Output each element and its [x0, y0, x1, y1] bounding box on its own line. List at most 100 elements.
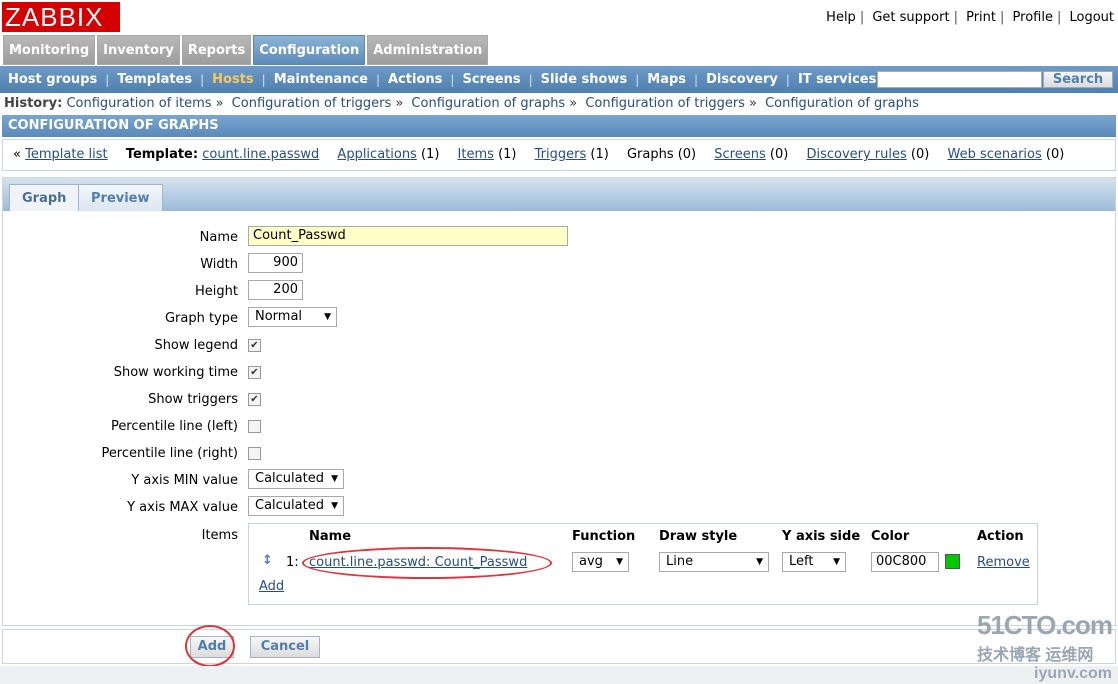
submenu-maintenance[interactable]: Maintenance [274, 72, 368, 87]
ymin-value: Calculated [255, 471, 324, 486]
color-swatch[interactable] [945, 554, 960, 569]
highlight-ring [185, 625, 235, 667]
col-draw-style: Draw style [659, 529, 738, 544]
web-scenarios-link[interactable]: Web scenarios [947, 147, 1041, 162]
zabbix-logo: ZABBIX [2, 2, 120, 32]
watermark-line3: iyunv.com [1034, 665, 1112, 682]
menu-administration[interactable]: Administration [367, 35, 489, 65]
show-working-time-checkbox[interactable]: ✔ [248, 366, 261, 379]
name-field[interactable]: Count_Passwd [248, 226, 568, 246]
screens-count: (0) [769, 147, 789, 162]
menu-reports[interactable]: Reports [181, 35, 252, 65]
ymin-select[interactable]: Calculated ▼ [248, 469, 344, 489]
height-field[interactable]: 200 [248, 280, 303, 300]
submenu-discovery[interactable]: Discovery [706, 72, 778, 87]
history-link[interactable]: Configuration of triggers [232, 96, 392, 111]
watermark-line2: 技术博客 运维网 [976, 647, 1094, 664]
discovery-rules-link[interactable]: Discovery rules [806, 147, 906, 162]
width-field[interactable]: 900 [248, 253, 303, 273]
submenu-templates[interactable]: Templates [117, 72, 192, 87]
col-name: Name [309, 529, 352, 544]
search-input[interactable] [877, 71, 1042, 88]
history-link[interactable]: Configuration of graphs [411, 96, 565, 111]
section-title: CONFIGURATION OF GRAPHS [2, 115, 1116, 137]
add-item-link[interactable]: Add [259, 579, 284, 594]
ymax-select[interactable]: Calculated ▼ [248, 496, 344, 516]
items-label: Items [201, 528, 238, 543]
width-label: Width [200, 257, 238, 272]
triggers-link[interactable]: Triggers [535, 147, 587, 162]
template-label: Template: [125, 147, 199, 162]
submenu-it-services[interactable]: IT services [798, 72, 876, 87]
chevron-down-icon: ▼ [833, 557, 840, 567]
object-navigation: « Template list Template: count.line.pas… [2, 139, 1116, 171]
items-link[interactable]: Items [458, 147, 494, 162]
ymax-label: Y axis MAX value [127, 500, 238, 515]
show-triggers-checkbox[interactable]: ✔ [248, 393, 261, 406]
submenu-actions[interactable]: Actions [388, 72, 442, 87]
drag-handle-icon[interactable]: ↕ [262, 553, 273, 568]
item-y-axis-side-value: Left [789, 554, 814, 569]
tab-bar: Graph Preview [3, 178, 1115, 211]
profile-link[interactable]: Profile [1013, 10, 1053, 25]
remove-item-link[interactable]: Remove [977, 555, 1030, 570]
applications-count: (1) [420, 147, 440, 162]
logout-link[interactable]: Logout [1069, 10, 1114, 25]
cancel-button[interactable]: Cancel [250, 636, 320, 658]
template-list-link[interactable]: Template list [25, 147, 108, 162]
graph-type-label: Graph type [164, 311, 238, 326]
col-color: Color [871, 529, 910, 544]
history-link[interactable]: Configuration of triggers [585, 96, 745, 111]
submenu-host-groups[interactable]: Host groups [8, 72, 97, 87]
template-name-link[interactable]: count.line.passwd [202, 147, 319, 162]
history-breadcrumb: History: Configuration of items» Configu… [4, 96, 919, 111]
tab-preview[interactable]: Preview [78, 184, 163, 211]
get-support-link[interactable]: Get support [872, 10, 949, 25]
submenu-maps[interactable]: Maps [647, 72, 686, 87]
item-color-field[interactable]: 00C800 [871, 552, 939, 572]
highlight-ring [302, 547, 552, 579]
chevron-down-icon: ▼ [616, 557, 623, 567]
screens-link[interactable]: Screens [714, 147, 765, 162]
tab-graph[interactable]: Graph [9, 184, 80, 211]
menu-configuration[interactable]: Configuration [253, 35, 366, 65]
help-link[interactable]: Help [826, 10, 856, 25]
applications-link[interactable]: Applications [337, 147, 416, 162]
show-legend-checkbox[interactable]: ✔ [248, 339, 261, 352]
watermark-line1: 51CTO.com [976, 610, 1113, 640]
item-y-axis-side-select[interactable]: Left ▼ [782, 552, 846, 572]
sub-menu: Host groups | Templates | Hosts | Maintenan… [0, 66, 1118, 93]
chevron-down-icon: ▼ [331, 474, 338, 484]
item-function-select[interactable]: avg ▼ [572, 552, 629, 572]
submenu-slide-shows[interactable]: Slide shows [541, 72, 628, 87]
history-link[interactable]: Configuration of items [66, 96, 211, 111]
history-link[interactable]: Configuration of graphs [765, 96, 919, 111]
item-index: 1: [286, 555, 299, 570]
top-links: Help | Get support | Print | Profile | Logou… [826, 10, 1114, 25]
print-link[interactable]: Print [966, 10, 996, 25]
percentile-right-checkbox[interactable] [248, 447, 261, 460]
ymin-label: Y axis MIN value [131, 473, 238, 488]
main-menu: Monitoring Inventory Reports Configurati… [3, 35, 490, 65]
graph-type-value: Normal [255, 309, 303, 324]
show-legend-label: Show legend [154, 338, 238, 353]
form-buttons: Add Cancel [2, 629, 1116, 664]
show-triggers-label: Show triggers [148, 392, 238, 407]
percentile-left-label: Percentile line (left) [110, 419, 238, 434]
triggers-count: (1) [590, 147, 609, 162]
col-action: Action [977, 529, 1024, 544]
height-label: Height [195, 284, 238, 299]
submenu-screens[interactable]: Screens [462, 72, 520, 87]
search-button[interactable]: Search [1043, 71, 1113, 88]
menu-inventory[interactable]: Inventory [97, 35, 180, 65]
graphs-current: Graphs (0) [626, 147, 697, 162]
item-function-value: avg [579, 554, 603, 569]
menu-monitoring[interactable]: Monitoring [3, 35, 96, 65]
submenu-hosts[interactable]: Hosts [212, 72, 254, 87]
name-label: Name [199, 230, 238, 245]
item-draw-style-select[interactable]: Line ▼ [659, 552, 769, 572]
history-label: History: [4, 96, 63, 111]
graph-type-select[interactable]: Normal ▼ [248, 307, 337, 327]
percentile-left-checkbox[interactable] [248, 420, 261, 433]
bottom-strip [0, 666, 1118, 684]
